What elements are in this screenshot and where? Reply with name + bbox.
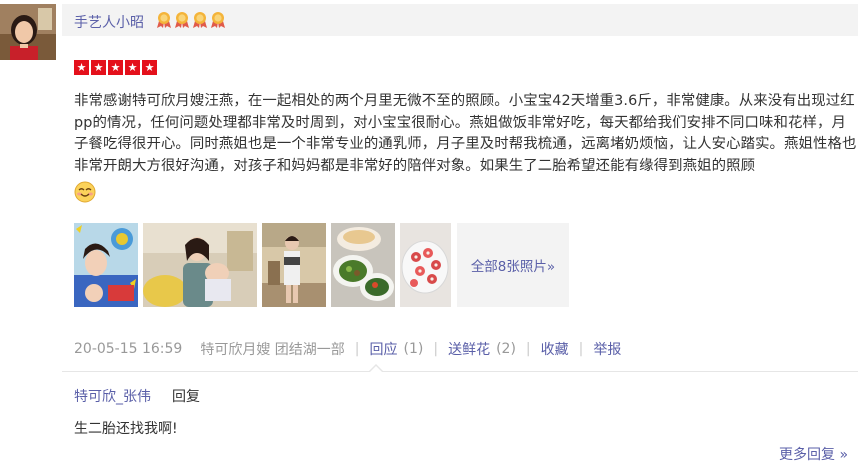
username-link[interactable]: 手艺人小昭 bbox=[74, 12, 144, 32]
review-photo[interactable] bbox=[143, 223, 257, 307]
shop-name: 特可欣月嫂 团结湖一部 bbox=[200, 342, 345, 358]
star-icon: ★ bbox=[74, 60, 89, 75]
medal-icon bbox=[175, 12, 189, 28]
divider: | bbox=[578, 341, 584, 357]
review-text: 非常感谢特可欣月嫂汪燕，在一起相处的两个月里无微不至的照顾。小宝宝42天增重3.… bbox=[74, 93, 857, 174]
star-icon: ★ bbox=[91, 60, 106, 75]
favorite-button[interactable]: 收藏 bbox=[541, 339, 569, 359]
medal-icon bbox=[157, 12, 171, 28]
medal-icon bbox=[211, 12, 225, 28]
review-date: 20-05-15 16:59 bbox=[74, 341, 183, 357]
all-photos-link[interactable]: 全部8张照片» bbox=[457, 223, 569, 307]
reply-author-link[interactable]: 特可欣_张伟 bbox=[74, 386, 151, 406]
medal-icon bbox=[193, 12, 207, 28]
report-button[interactable]: 举报 bbox=[593, 339, 621, 359]
flower-count: (2) bbox=[496, 341, 516, 357]
review-photo[interactable] bbox=[331, 223, 395, 307]
medal-badges bbox=[156, 11, 226, 29]
reply-text: 生二胎还找我啊! bbox=[74, 421, 178, 437]
divider: | bbox=[525, 341, 531, 357]
review-photo[interactable] bbox=[400, 223, 451, 307]
review-photo[interactable] bbox=[262, 223, 326, 307]
star-icon: ★ bbox=[108, 60, 123, 75]
review-photo[interactable] bbox=[74, 223, 138, 307]
send-flower-button[interactable]: 送鲜花 bbox=[448, 339, 490, 359]
star-icon: ★ bbox=[125, 60, 140, 75]
reply-divider bbox=[62, 371, 858, 372]
divider: | bbox=[433, 341, 439, 357]
reply-button[interactable]: 回应 bbox=[370, 339, 398, 359]
smile-emoji-icon bbox=[74, 181, 96, 203]
divider: | bbox=[354, 341, 360, 357]
review-meta: 20-05-15 16:59 特可欣月嫂 团结湖一部 | 回应 (1) | 送鲜… bbox=[74, 339, 621, 359]
more-replies-link[interactable]: 更多回复 » bbox=[779, 444, 848, 464]
review-header: 手艺人小昭 bbox=[62, 4, 858, 36]
reply-count: (1) bbox=[403, 341, 424, 357]
reply-label: 回复 bbox=[172, 389, 200, 405]
star-rating: ★ ★ ★ ★ ★ bbox=[74, 60, 157, 75]
star-icon: ★ bbox=[142, 60, 157, 75]
avatar[interactable] bbox=[0, 4, 56, 60]
